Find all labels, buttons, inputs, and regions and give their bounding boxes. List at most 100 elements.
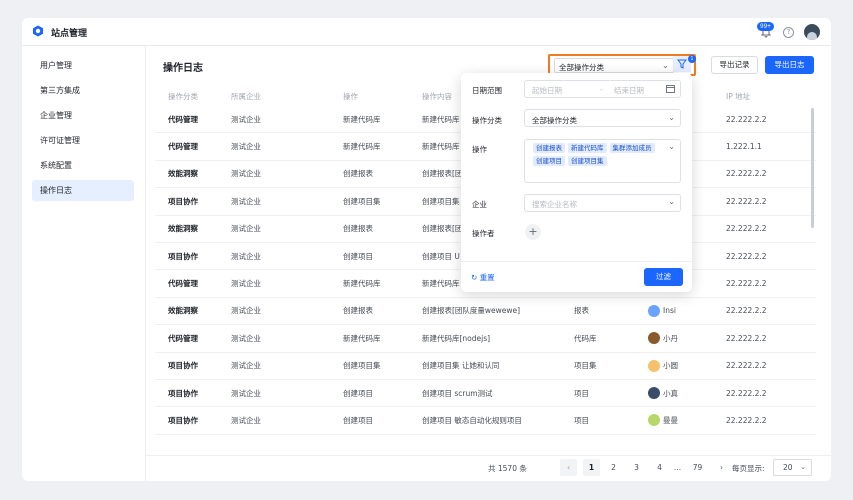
cell-enterprise: 测试企业 [231,188,331,214]
operator-label: 操作者 [472,229,495,238]
category-label: 操作分类 [472,116,502,125]
cell-ip-text: 22.222.2.2 [726,114,767,124]
sidebar-item-license[interactable]: 许可证管理 [32,130,134,151]
cell-operator: 小圆 [648,353,718,379]
export-records-button[interactable]: 导出记录 [711,56,758,74]
cell-operation: 新建代码库 [343,133,415,159]
date-end-input[interactable]: 结束日期 [614,85,644,96]
sidebar-item-operation-log[interactable]: 操作日志 [32,180,134,201]
page-3[interactable]: 3 [628,459,645,476]
cell-content-text: 创建报表[团 [422,224,463,234]
filter-count-badge: 1 [688,55,696,63]
cell-content-text: 创建项目 U [422,251,460,261]
cell-operator-text: 曼曼 [663,415,678,425]
cell-content-text: 新建代码库 [422,142,460,152]
operation-tag[interactable]: 新建代码库 [568,143,607,153]
cell-enterprise-text: 测试企业 [231,306,261,316]
cell-content: 创建项目集 让她和认同 [422,353,572,379]
cell-content: 创建项目 敏态自动化规则项目 [422,407,572,433]
cell-enterprise: 测试企业 [231,353,331,379]
chevron-down-icon: ⌄ [668,113,675,122]
cell-ip: 22.222.2.2 [726,161,796,187]
cell-content-text: 创建项目集 让她和认同 [422,361,500,371]
notification-badge: 99+ [757,22,774,31]
cell-content: 创建报表[团队度量wewewe] [422,298,572,324]
operation-tag[interactable]: 创建报表 [533,143,565,153]
cell-category-text: 代码管理 [168,279,198,289]
export-log-button[interactable]: 导出日志 [765,56,814,74]
refresh-icon: ↻ [471,273,478,282]
top-bar: 站点管理 99+ ? [22,18,831,46]
page-79[interactable]: 79 [689,459,706,476]
cell-object-text: 项目 [574,415,589,425]
cell-content: 新建代码库[nodejs] [422,325,572,351]
page-size-select[interactable]: 20 ⌄ [773,459,812,476]
cell-operator: Insi [648,298,718,324]
cell-operator: 小真 [648,380,718,406]
cell-ip-text: 22.222.2.2 [726,415,767,425]
cell-object: 项目 [574,380,634,406]
cell-enterprise-text: 测试企业 [231,142,261,152]
cell-enterprise-text: 测试企业 [231,114,261,124]
cell-enterprise-text: 测试企业 [231,251,261,261]
cell-object-text: 项目 [574,388,589,398]
cell-ip: 22.222.2.2 [726,325,796,351]
table-row[interactable]: 效能洞察 测试企业 创建报表 创建报表[团队度量wewewe] 报表 Insi 22.222… [155,298,816,326]
cell-operation-text: 新建代码库 [343,279,381,289]
cell-enterprise: 测试企业 [231,325,331,351]
table-row[interactable]: 项目协作 测试企业 创建项目 创建项目 敏态自动化规则项目 项目 曼曼 22.222.2.2 [155,407,816,435]
sidebar-item-system-config[interactable]: 系统配置 [32,155,134,176]
cell-operation: 新建代码库 [343,106,415,132]
cell-enterprise-text: 测试企业 [231,196,261,206]
cell-category: 效能洞察 [168,216,228,242]
table-row[interactable]: 项目协作 测试企业 创建项目集 创建项目集 让她和认同 项目集 小圆 22.222.2.2 [155,353,816,380]
page-1[interactable]: 1 [583,459,600,476]
cell-content-text: 创建项目集 [422,196,460,206]
cell-category-text: 代码管理 [168,114,198,124]
apply-filter-button[interactable]: 过滤 [644,268,683,286]
main-window: 站点管理 99+ ? 用户管理 第三方集成 企业管理 许可证管理 系统配置 操作… [22,18,831,481]
cell-category-text: 项目协作 [168,361,198,371]
operation-tag[interactable]: 创建项目集 [568,156,607,166]
page-2[interactable]: 2 [605,459,622,476]
user-avatar[interactable] [804,24,820,40]
page-4[interactable]: 4 [651,459,668,476]
cell-enterprise: 测试企业 [231,298,331,324]
filter-popover: 日期范围 起始日期 - 结束日期 操作分类 全部操作分类 ⌄ 操作 创建报表 新建… [461,73,692,292]
page-size-label: 每页显示: [732,464,765,473]
operation-tag[interactable]: 集群添加成员 [609,143,655,153]
cell-operator-text: 小丹 [663,333,678,343]
cell-enterprise-text: 测试企业 [231,388,261,398]
date-range-label: 日期范围 [472,86,502,95]
cell-content-text: 创建项目 敏态自动化规则项目 [422,415,522,425]
cell-category-text: 代码管理 [168,142,198,152]
reset-button[interactable]: ↻ 重置 [471,272,495,283]
table-row[interactable]: 代码管理 测试企业 新建代码库 新建代码库[nodejs] 代码库 小丹 22.222.2.… [155,325,816,353]
header-enterprise: 所属企业 [231,91,261,101]
operation-tag[interactable]: 创建项目 [533,156,565,166]
app-title: 站点管理 [51,29,88,39]
table-row[interactable]: 项目协作 测试企业 创建项目 创建项目 scrum测试 项目 小真 22.222.2.2 [155,380,816,408]
sidebar-item-enterprises[interactable]: 企业管理 [32,105,134,126]
cell-category: 项目协作 [168,243,228,269]
operator-avatar [648,359,660,372]
chevron-down-icon: ⌄ [662,61,669,70]
cell-operation: 创建报表 [343,216,415,242]
add-operator-icon[interactable]: + [525,224,541,240]
cell-ip: 22.222.2.2 [726,407,796,433]
date-start-input[interactable]: 起始日期 [532,85,562,96]
cell-content-text: 新建代码库 [422,279,460,289]
cell-operation-text: 创建报表 [343,169,373,179]
sidebar-item-integrations[interactable]: 第三方集成 [32,80,134,101]
cell-category: 项目协作 [168,353,228,379]
sidebar-item-users[interactable]: 用户管理 [32,55,134,76]
cell-category-text: 效能洞察 [168,224,198,234]
cell-enterprise-text: 测试企业 [231,169,261,179]
next-page-button[interactable]: › [713,459,730,476]
prev-page-button[interactable]: ‹ [560,459,577,476]
page-ellipsis[interactable]: ... [669,459,686,476]
cell-ip-text: 22.222.2.2 [726,333,767,343]
cell-operation: 创建项目集 [343,353,415,379]
help-icon[interactable]: ? [783,27,794,38]
table-scrollbar[interactable] [811,108,814,228]
